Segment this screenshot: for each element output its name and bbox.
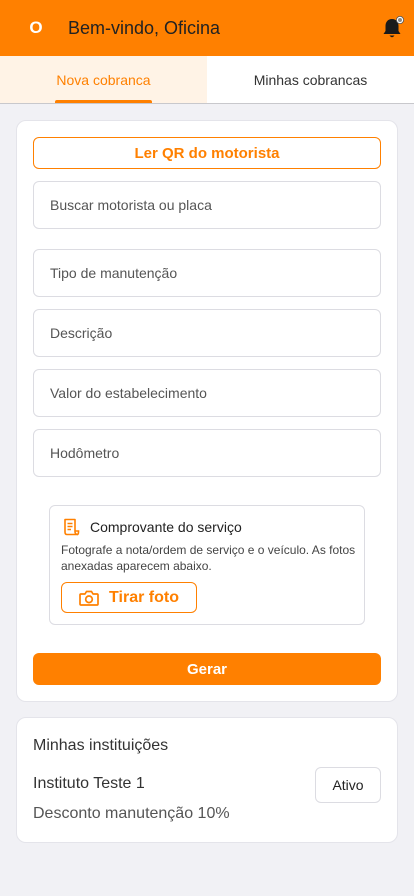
notifications-button[interactable] — [382, 16, 404, 40]
receipt-header: Comprovante do serviço — [62, 518, 242, 536]
maintenance-type-input[interactable] — [50, 265, 380, 281]
odometer-field[interactable] — [33, 429, 381, 477]
amount-field[interactable] — [33, 369, 381, 417]
description-input[interactable] — [50, 325, 380, 341]
take-photo-label: Tirar foto — [109, 588, 179, 606]
receipt-description: Fotografe a nota/ordem de serviço e o ve… — [61, 543, 356, 573]
description-field[interactable] — [33, 309, 381, 357]
odometer-input[interactable] — [50, 445, 380, 461]
receipt-title: Comprovante do serviço — [90, 519, 242, 535]
receipt-icon — [64, 518, 80, 536]
app-bar: O Bem-vindo, Oficina — [0, 0, 414, 56]
avatar[interactable]: O — [16, 8, 56, 48]
billing-form-card: Ler QR do motorista Comprovante do servi… — [16, 120, 398, 702]
institution-status-button[interactable]: Ativo — [315, 767, 381, 803]
search-input[interactable] — [50, 197, 380, 213]
camera-icon — [79, 590, 99, 606]
tab-bar: Nova cobranca Minhas cobrancas — [0, 56, 414, 104]
receipt-section: Comprovante do serviço Fotografe a nota/… — [49, 505, 365, 625]
tab-nova-cobranca[interactable]: Nova cobranca — [0, 56, 207, 103]
amount-input[interactable] — [50, 385, 380, 401]
institution-discount: Desconto manutenção 10% — [33, 805, 230, 822]
institutions-title: Minhas instituições — [33, 737, 169, 754]
read-qr-button[interactable]: Ler QR do motorista — [33, 137, 381, 169]
maintenance-type-field[interactable] — [33, 249, 381, 297]
institutions-card: Minhas instituições Instituto Teste 1 De… — [16, 717, 398, 843]
search-field[interactable] — [33, 181, 381, 229]
take-photo-button[interactable]: Tirar foto — [61, 582, 197, 613]
generate-button[interactable]: Gerar — [33, 653, 381, 685]
bell-icon — [383, 16, 404, 38]
page-title: Bem-vindo, Oficina — [68, 17, 221, 38]
tab-minhas-cobrancas[interactable]: Minhas cobrancas — [207, 56, 414, 103]
institution-name: Instituto Teste 1 — [33, 775, 145, 792]
